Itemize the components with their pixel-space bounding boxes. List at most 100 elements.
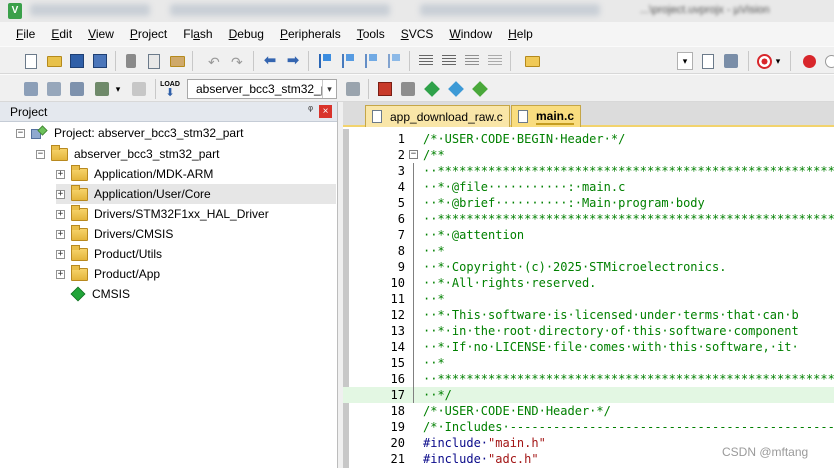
menu-view[interactable]: View: [80, 22, 122, 46]
stop-build-button[interactable]: [130, 80, 148, 98]
code-line[interactable]: 5 ··*·@brief··········:·Main·program·body: [343, 195, 834, 211]
insert-bookmark-button[interactable]: [316, 52, 334, 70]
paste-button[interactable]: [168, 52, 186, 70]
save-button[interactable]: [68, 52, 86, 70]
insert-breakpoint-button[interactable]: [800, 52, 818, 70]
tree-item-group[interactable]: + Drivers/CMSIS: [56, 224, 173, 244]
manage-run-time-env-button[interactable]: [423, 80, 441, 98]
code-line[interactable]: 10 ··*·All·rights·reserved.: [343, 275, 834, 291]
tree-item-project-root[interactable]: − Project: abserver_bcc3_stm32_part: [16, 123, 243, 143]
tree-item-group[interactable]: + Application/User/Core: [56, 184, 336, 204]
clear-bookmarks-button[interactable]: [385, 52, 403, 70]
code-line[interactable]: 12 ··*·This·software·is·licensed·under·te…: [343, 307, 834, 323]
fold-guide-line: [413, 259, 414, 275]
target-select[interactable]: abserver_bcc3_stm32_part ▾: [187, 79, 337, 99]
debug-dropdown-arrow[interactable]: ▾: [773, 52, 783, 70]
incremental-find-button[interactable]: [699, 52, 717, 70]
batch-build-dropdown[interactable]: ▾: [113, 80, 123, 98]
toolbar-separator: [790, 51, 791, 71]
code-editor[interactable]: 1/*·USER·CODE·BEGIN·Header·*/2−/** 3 ··***…: [343, 129, 834, 468]
navigate-forward-button[interactable]: ➡: [284, 52, 302, 70]
find-in-files-button[interactable]: [523, 52, 541, 70]
code-line[interactable]: 14 ··*·If·no·LICENSE·file·comes·with·this…: [343, 339, 834, 355]
tree-item-group[interactable]: + Product/App: [56, 264, 160, 284]
fold-toggle-icon[interactable]: −: [409, 150, 418, 159]
download-button[interactable]: LOAD ⬇: [160, 80, 180, 99]
copy-button[interactable]: [145, 52, 163, 70]
rebuild-button[interactable]: [68, 80, 86, 98]
prev-bookmark-button[interactable]: [339, 52, 357, 70]
collapse-icon[interactable]: −: [16, 128, 25, 138]
code-line[interactable]: 19 /*·Includes·--------------------------…: [343, 419, 834, 435]
fold-guide-line: [413, 243, 414, 259]
menu-file[interactable]: File: [8, 22, 43, 46]
redo-button[interactable]: ↷: [229, 52, 247, 70]
code-line[interactable]: 17 ··*/: [343, 387, 834, 403]
expand-icon[interactable]: +: [56, 189, 65, 199]
code-line[interactable]: 1 /*·USER·CODE·BEGIN·Header·*/: [343, 131, 834, 147]
menu-tools[interactable]: Tools: [349, 22, 393, 46]
tree-item-group[interactable]: + Application/MDK-ARM: [56, 164, 213, 184]
menu-svcs[interactable]: SVCS: [393, 22, 442, 46]
close-panel-button[interactable]: ×: [319, 105, 332, 118]
tree-item-label: Application/User/Core: [94, 187, 211, 201]
tree-item-group[interactable]: + Drivers/STM32F1xx_HAL_Driver: [56, 204, 269, 224]
tab-main-c[interactable]: main.c: [511, 105, 582, 127]
tree-item-target[interactable]: − abserver_bcc3_stm32_part: [36, 144, 219, 164]
code-line[interactable]: 8 ··*: [343, 243, 834, 259]
expand-icon[interactable]: +: [56, 229, 65, 239]
menu-flash[interactable]: Flash: [175, 22, 220, 46]
pin-icon[interactable]: ᵠ: [308, 104, 313, 116]
start-debug-button[interactable]: [755, 52, 773, 70]
code-line[interactable]: 16 ··************************************…: [343, 371, 834, 387]
tab-app-download-raw[interactable]: app_download_raw.c: [365, 105, 510, 127]
next-bookmark-button[interactable]: [362, 52, 380, 70]
code-line[interactable]: 6 ··*************************************…: [343, 211, 834, 227]
code-line[interactable]: 9 ··*·Copyright·(c)·2025·STMicroelectroni…: [343, 259, 834, 275]
collapse-icon[interactable]: −: [36, 149, 45, 159]
menu-debug[interactable]: Debug: [221, 22, 272, 46]
menu-project[interactable]: Project: [122, 22, 175, 46]
code-line[interactable]: 4 ··*·@file···········:·main.c: [343, 179, 834, 195]
code-line[interactable]: 15 ··*: [343, 355, 834, 371]
configure-button[interactable]: [722, 52, 740, 70]
menu-window[interactable]: Window: [441, 22, 500, 46]
translate-button[interactable]: [22, 80, 40, 98]
expand-icon[interactable]: +: [56, 169, 65, 179]
code-line[interactable]: 2−/**: [343, 147, 834, 163]
menu-edit[interactable]: Edit: [43, 22, 80, 46]
menu-help[interactable]: Help: [500, 22, 541, 46]
navigate-back-button[interactable]: ⬅: [261, 52, 279, 70]
new-file-button[interactable]: [22, 52, 40, 70]
undo-button[interactable]: ↶: [206, 52, 224, 70]
pack-installer-button[interactable]: [471, 80, 489, 98]
tab-label: app_download_raw.c: [390, 109, 503, 124]
menu-peripherals[interactable]: Peripherals: [272, 22, 349, 46]
open-file-button[interactable]: [45, 52, 63, 70]
code-line[interactable]: 11 ··*: [343, 291, 834, 307]
tree-item-cmsis-component[interactable]: CMSIS: [56, 284, 130, 304]
expand-icon[interactable]: +: [56, 209, 65, 219]
uncomment-button[interactable]: [486, 52, 504, 70]
manage-multi-project-button[interactable]: [399, 80, 417, 98]
code-line[interactable]: 7 ··*·@attention: [343, 227, 834, 243]
code-line[interactable]: 13 ··*·in·the·root·directory·of·this·soft…: [343, 323, 834, 339]
save-all-button[interactable]: [91, 52, 109, 70]
find-combo-dropdown[interactable]: ▾: [677, 52, 693, 70]
cut-button[interactable]: [122, 52, 140, 70]
code-line[interactable]: 18 /*·USER·CODE·END·Header·*/: [343, 403, 834, 419]
tree-item-group[interactable]: + Product/Utils: [56, 244, 162, 264]
indent-button[interactable]: [417, 52, 435, 70]
expand-icon[interactable]: +: [56, 269, 65, 279]
breakpoint-toggle-button[interactable]: [822, 52, 834, 70]
target-options-button[interactable]: [344, 80, 362, 98]
main-toolbar: ↶ ↷ ⬅ ➡ ▾ ▾: [0, 46, 834, 74]
manage-project-items-button[interactable]: [376, 80, 394, 98]
select-software-packs-button[interactable]: [447, 80, 465, 98]
expand-icon[interactable]: +: [56, 249, 65, 259]
build-button[interactable]: [45, 80, 63, 98]
unindent-button[interactable]: [440, 52, 458, 70]
batch-build-button[interactable]: [93, 80, 111, 98]
comment-button[interactable]: [463, 52, 481, 70]
code-line[interactable]: 3 ··*************************************…: [343, 163, 834, 179]
